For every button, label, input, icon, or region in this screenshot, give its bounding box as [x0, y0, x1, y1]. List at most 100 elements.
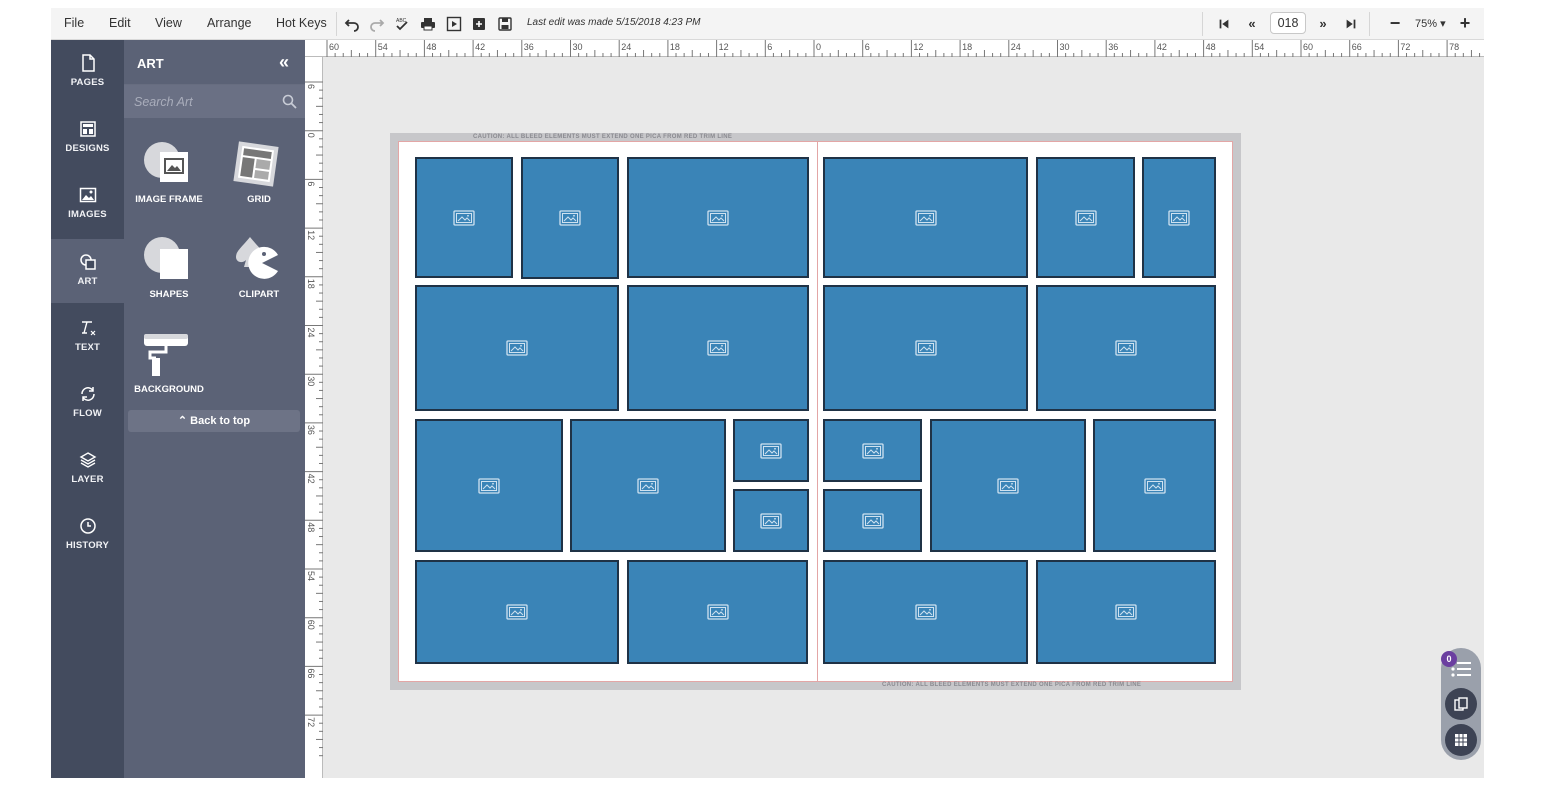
toolbar-divider [336, 12, 337, 36]
collapse-panel-button[interactable]: « [279, 52, 289, 73]
first-page-button[interactable] [1216, 15, 1232, 33]
copy-icon [1454, 697, 1468, 711]
sidebar-item-pages[interactable]: PAGES [51, 40, 124, 104]
top-toolbar: File Edit View Arrange Hot Keys ABC Last… [51, 8, 1484, 40]
art-item-background[interactable]: BACKGROUND [124, 330, 204, 414]
image-frame[interactable] [1142, 157, 1216, 278]
undo-icon[interactable] [344, 16, 360, 32]
image-frame[interactable] [570, 419, 726, 552]
sidebar-item-label: FLOW [73, 408, 102, 419]
next-page-button[interactable]: » [1315, 15, 1331, 33]
image-frame[interactable] [627, 285, 809, 411]
image-placeholder-icon [914, 340, 937, 356]
sidebar-item-history[interactable]: HISTORY [51, 503, 124, 567]
image-frame[interactable] [823, 560, 1028, 664]
image-placeholder-icon [1168, 209, 1190, 226]
sidebar-item-layer[interactable]: LAYER [51, 437, 124, 501]
previous-page-button[interactable]: « [1244, 15, 1260, 33]
search-input[interactable] [134, 92, 274, 112]
sidebar-item-label: HISTORY [65, 540, 110, 551]
add-page-icon[interactable] [472, 16, 488, 32]
art-item-shapes[interactable]: SHAPES [124, 235, 204, 319]
image-frame[interactable] [823, 489, 922, 552]
menu-edit[interactable]: Edit [109, 16, 131, 30]
print-icon[interactable] [420, 16, 436, 32]
vertical-ruler-ticks: 6061218243036424854606672 [305, 81, 323, 757]
zoom-in-button[interactable]: + [1456, 13, 1474, 33]
sidebar-rail: PAGES DESIGNS IMAGES ART TEXT FLOW LAYER [51, 40, 124, 778]
image-frame-icon [144, 142, 188, 182]
redo-icon[interactable] [369, 16, 385, 32]
page-number-input[interactable]: 018 [1270, 12, 1306, 34]
image-frame[interactable] [1036, 157, 1135, 278]
spellcheck-icon[interactable]: ABC [394, 16, 410, 32]
sidebar-item-text[interactable]: TEXT [51, 305, 124, 369]
art-item-grid[interactable]: GRID [214, 140, 294, 224]
image-placeholder-icon [559, 210, 581, 226]
ruler-label: 42 [306, 474, 316, 484]
image-placeholder-icon [1074, 209, 1097, 226]
image-frame[interactable] [627, 560, 808, 664]
ruler-label: 12 [306, 230, 316, 240]
ruler-label: 6 [306, 181, 316, 186]
ruler-label: 66 [306, 668, 316, 678]
menu-file[interactable]: File [64, 16, 84, 30]
image-frame[interactable] [823, 285, 1028, 411]
image-placeholder-icon [861, 442, 884, 459]
image-placeholder-icon [506, 340, 528, 356]
ruler-label: 18 [962, 42, 972, 52]
grid-view-button[interactable] [1445, 724, 1477, 756]
copy-button[interactable] [1445, 688, 1477, 720]
layers-icon [79, 452, 96, 468]
shapes-icon [144, 237, 188, 279]
sidebar-item-designs[interactable]: DESIGNS [51, 106, 124, 170]
zoom-out-button[interactable]: − [1386, 13, 1404, 33]
image-frame[interactable] [415, 560, 619, 664]
menu-view[interactable]: View [155, 16, 182, 30]
image-frame[interactable] [415, 157, 513, 278]
sidebar-item-images[interactable]: IMAGES [51, 172, 124, 236]
art-item-clipart[interactable]: CLIPART [214, 235, 294, 319]
art-item-label: BACKGROUND [134, 384, 204, 395]
editor-app: File Edit View Arrange Hot Keys ABC Last… [51, 8, 1484, 778]
image-frame[interactable] [733, 489, 809, 552]
vertical-ruler[interactable]: 6 0 6 12 18 24 30 36 42 48 54 60 66 72 [305, 57, 323, 778]
sidebar-item-label: DESIGNS [65, 143, 110, 154]
search-icon[interactable] [282, 94, 297, 109]
horizontal-ruler[interactable]: 60 54 48 42 36 30 24 18 12 6 0 6 12 18 24 30 36 42 48 54 60 6… [321, 40, 1484, 57]
sidebar-item-flow[interactable]: FLOW [51, 371, 124, 435]
ruler-label: 18 [306, 279, 316, 289]
image-placeholder-icon [478, 477, 500, 494]
sidebar-item-art[interactable]: ART [51, 239, 124, 303]
last-page-button[interactable] [1343, 15, 1359, 33]
toolbar-divider [1369, 12, 1370, 36]
ruler-label: 30 [573, 42, 583, 52]
menu-arrange[interactable]: Arrange [207, 16, 251, 30]
image-frame[interactable] [1093, 419, 1216, 552]
image-frame[interactable] [521, 157, 619, 279]
grid-icon [233, 141, 279, 187]
paint-roller-icon [144, 334, 188, 376]
ruler-label: 42 [475, 42, 485, 52]
preview-icon[interactable] [446, 16, 462, 32]
image-frame[interactable] [627, 157, 809, 278]
image-frame[interactable] [823, 157, 1028, 278]
zoom-level-select[interactable]: 75% ▾ [1415, 17, 1446, 30]
ruler-label: 12 [719, 42, 729, 52]
ruler-label: 30 [306, 376, 316, 386]
art-item-label: SHAPES [149, 289, 189, 300]
art-item-image-frame[interactable]: IMAGE FRAME [124, 140, 204, 224]
image-frame[interactable] [823, 419, 922, 482]
back-to-top-button[interactable]: ⌃ Back to top [128, 410, 300, 432]
ruler-label: 0 [306, 133, 316, 138]
save-icon[interactable] [497, 16, 513, 32]
menu-hot-keys[interactable]: Hot Keys [276, 16, 327, 30]
ruler-label: 30 [1060, 42, 1070, 52]
image-frame[interactable] [1036, 285, 1216, 411]
ruler-label: 12 [913, 42, 923, 52]
image-frame[interactable] [415, 285, 619, 411]
image-frame[interactable] [733, 419, 809, 482]
image-frame[interactable] [415, 419, 563, 552]
image-frame[interactable] [1036, 560, 1216, 664]
image-frame[interactable] [930, 419, 1086, 552]
